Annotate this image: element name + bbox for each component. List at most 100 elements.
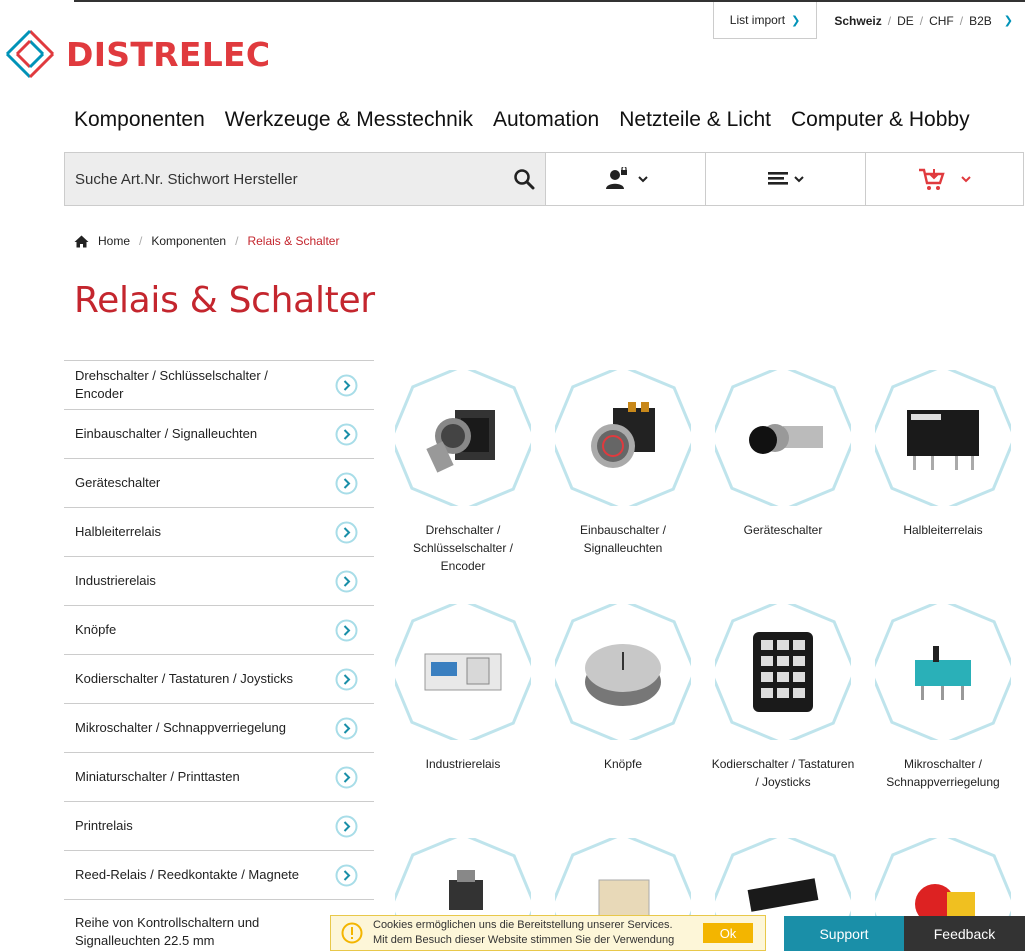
cookie-line-1: Cookies ermöglichen uns die Bereitstellu… [373, 919, 673, 931]
user-lock-icon [605, 167, 627, 189]
sidebar-item-miniaturschalter[interactable]: Miniaturschalter / Printtasten [64, 752, 374, 801]
sidebar-item-geraeteschalter[interactable]: Geräteschalter [64, 458, 374, 507]
nav-komponenten[interactable]: Komponenten [74, 108, 205, 132]
search-bar [64, 152, 1024, 206]
locale-selector[interactable]: Schweiz / DE / CHF / B2B ❯ [817, 2, 1025, 39]
sidebar-item-label: Printrelais [75, 818, 133, 833]
tile-image [395, 604, 531, 740]
search-input[interactable] [75, 170, 513, 188]
tile-einbauschalter[interactable]: Einbauschalter / Signalleuchten [543, 370, 703, 557]
main-navigation: Komponenten Werkzeuge & Messtechnik Auto… [74, 108, 970, 132]
tile-caption: Mikroschalter / Schnappverriegelung [886, 757, 1000, 789]
chevron-circle-right-icon [335, 472, 358, 494]
list-import-label: List import [729, 13, 786, 27]
sidebar-item-label: Mikroschalter / Schnappverriegelung [75, 720, 286, 735]
chevron-circle-right-icon [335, 423, 358, 445]
list-import-link[interactable]: List import ❯ [712, 2, 818, 39]
tile-caption: Drehschalter / Schlüsselschalter / Encod… [412, 523, 514, 573]
divider: / [959, 13, 964, 28]
home-icon[interactable] [74, 235, 89, 248]
category-sidebar: Drehschalter / Schlüsselschalter / Encod… [64, 360, 374, 951]
tile-caption: Kodierschalter / Tastaturen / Joysticks [711, 757, 855, 789]
tile-caption: Einbauschalter / Signalleuchten [579, 523, 667, 555]
sidebar-item-label: Kodierschalter / Tastaturen / Joysticks [75, 671, 293, 686]
shopping-lists-button[interactable] [706, 153, 866, 205]
sidebar-item-reed-relais[interactable]: Reed-Relais / Reedkontakte / Magnete [64, 850, 374, 899]
breadcrumb-separator: / [139, 234, 143, 248]
cart-icon [918, 168, 945, 190]
breadcrumb-current: Relais & Schalter [247, 234, 340, 248]
chevron-circle-right-icon [335, 374, 358, 396]
sidebar-item-label: Einbauschalter / Signalleuchten [75, 426, 258, 441]
sidebar-item-label: Knöpfe [75, 622, 117, 637]
device-switch-image [749, 424, 823, 454]
tile-image [395, 370, 531, 506]
sidebar-item-printrelais[interactable]: Printrelais [64, 801, 374, 850]
tile-drehschalter[interactable]: Drehschalter / Schlüsselschalter / Encod… [383, 370, 543, 575]
chevron-down-icon [960, 176, 971, 183]
breadcrumb: Home / Komponenten / Relais & Schalter [74, 234, 339, 248]
tile-knoepfe[interactable]: Knöpfe [543, 604, 703, 773]
chevron-circle-right-icon [335, 570, 358, 592]
search-box [65, 153, 546, 205]
tile-kodierschalter[interactable]: Kodierschalter / Tastaturen / Joysticks [703, 604, 863, 791]
feedback-button[interactable]: Feedback [904, 916, 1025, 951]
chevron-circle-right-icon [335, 521, 358, 543]
logo[interactable]: DISTRELEC [4, 28, 270, 80]
divider: / [919, 13, 924, 28]
nav-werkzeuge[interactable]: Werkzeuge & Messtechnik [225, 108, 473, 132]
tile-caption: Industrierelais [425, 757, 501, 771]
tile-image [555, 370, 691, 506]
solid-state-relay-image [907, 410, 979, 470]
chevron-right-icon: ❯ [1003, 15, 1013, 27]
pushbutton-light-image [591, 402, 655, 468]
tile-mikroschalter[interactable]: Mikroschalter / Schnappverriegelung [863, 604, 1023, 791]
logo-mark-icon [5, 29, 55, 79]
key-switch-image [426, 410, 495, 473]
nav-computer[interactable]: Computer & Hobby [791, 108, 970, 132]
breadcrumb-home[interactable]: Home [98, 234, 130, 248]
search-icon[interactable] [513, 168, 535, 190]
industrial-relay-image [424, 653, 502, 691]
chevron-circle-right-icon [335, 766, 358, 788]
tile-halbleiterrelais[interactable]: Halbleiterrelais [863, 370, 1023, 539]
cookie-ok-button[interactable]: Ok [703, 923, 753, 943]
cookie-line-2: Mit dem Besuch dieser Website stimmen Si… [373, 934, 675, 946]
sidebar-item-label: Miniaturschalter / Printtasten [75, 769, 240, 784]
breadcrumb-parent[interactable]: Komponenten [151, 234, 226, 248]
sidebar-item-einbauschalter[interactable]: Einbauschalter / Signalleuchten [64, 409, 374, 458]
cart-button[interactable] [866, 153, 1023, 205]
breadcrumb-separator: / [235, 234, 239, 248]
sidebar-item-knoepfe[interactable]: Knöpfe [64, 605, 374, 654]
tile-caption: Geräteschalter [743, 523, 823, 537]
keypad-image [753, 632, 813, 712]
tile-caption: Knöpfe [603, 757, 643, 771]
chevron-right-icon: ❯ [791, 14, 801, 27]
chevron-circle-right-icon [335, 815, 358, 837]
microswitch-image [915, 646, 971, 700]
nav-netzteile[interactable]: Netzteile & Licht [619, 108, 771, 132]
tile-image [715, 604, 851, 740]
chevron-circle-right-icon [335, 864, 358, 886]
sidebar-item-halbleiterrelais[interactable]: Halbleiterrelais [64, 507, 374, 556]
language-label: DE [897, 13, 914, 28]
sidebar-item-label: Reihe von Kontrollschaltern und Signalle… [75, 914, 260, 948]
account-button[interactable] [546, 153, 706, 205]
sidebar-item-kontrollschalter[interactable]: Reihe von Kontrollschaltern und Signalle… [64, 899, 374, 951]
tile-image [555, 604, 691, 740]
sidebar-item-drehschalter[interactable]: Drehschalter / Schlüsselschalter / Encod… [64, 360, 374, 409]
sidebar-item-label: Reed-Relais / Reedkontakte / Magnete [75, 867, 300, 882]
warning-icon [341, 922, 363, 944]
tile-geraeteschalter[interactable]: Geräteschalter [703, 370, 863, 539]
tile-industrierelais[interactable]: Industrierelais [383, 604, 543, 773]
cookie-banner: Cookies ermöglichen uns die Bereitstellu… [330, 915, 766, 951]
knob-image [585, 644, 661, 706]
sidebar-item-label: Halbleiterrelais [75, 524, 161, 539]
chevron-circle-right-icon [335, 668, 358, 690]
nav-automation[interactable]: Automation [493, 108, 599, 132]
channel-label: B2B [969, 13, 992, 28]
support-button[interactable]: Support [784, 916, 904, 951]
sidebar-item-industrierelais[interactable]: Industrierelais [64, 556, 374, 605]
sidebar-item-mikroschalter[interactable]: Mikroschalter / Schnappverriegelung [64, 703, 374, 752]
sidebar-item-kodierschalter[interactable]: Kodierschalter / Tastaturen / Joysticks [64, 654, 374, 703]
